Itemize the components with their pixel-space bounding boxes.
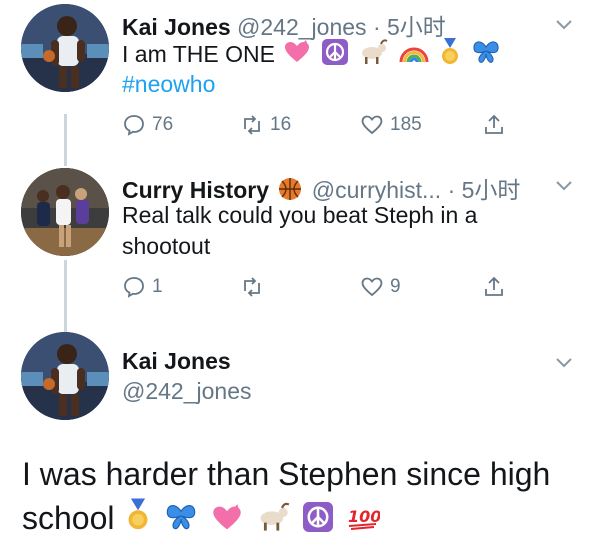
share-icon	[485, 114, 503, 134]
tweet-text-line-1: Real talk could you beat Steph in a	[122, 202, 478, 228]
thread-line-2	[64, 260, 67, 332]
tweet-text: I was harder than Stephen since high sch…	[22, 452, 550, 543]
tweet-actions: 1 9	[122, 272, 503, 302]
share-button[interactable]	[482, 272, 506, 302]
tweet-header: Kai Jones	[122, 348, 231, 375]
reply-button[interactable]: 76	[122, 110, 173, 140]
tweet-text-line-2-wrap: school 100	[22, 496, 550, 543]
medal-icon	[125, 498, 151, 543]
butterfly-icon	[471, 39, 501, 73]
peace-icon	[321, 39, 348, 73]
hashtag-line: #neowho	[122, 69, 215, 100]
goat-icon	[358, 39, 388, 73]
tweet-text-line-2: school	[22, 500, 115, 536]
tweet-header: Kai Jones @242_jones · 5小时	[122, 8, 446, 42]
reply-button[interactable]: 1	[122, 272, 163, 302]
peace-icon	[302, 499, 333, 543]
reply-count: 1	[152, 276, 163, 297]
chevron-down-icon[interactable]	[554, 14, 574, 34]
like-button[interactable]: 9	[360, 272, 401, 302]
retweet-button[interactable]	[240, 272, 270, 302]
retweet-count: 16	[270, 114, 292, 135]
like-icon	[361, 277, 383, 297]
hundred-icon: 100	[346, 499, 381, 543]
thread-line-1	[64, 114, 67, 166]
share-button[interactable]	[482, 110, 506, 140]
chevron-down-icon[interactable]	[554, 175, 574, 195]
heart-icon	[211, 499, 243, 543]
author-name[interactable]: Kai Jones	[122, 348, 231, 374]
avatar[interactable]	[21, 168, 109, 256]
tweet-actions: 76 16 185	[122, 110, 503, 140]
avatar-photo	[21, 168, 109, 256]
chevron-down-icon[interactable]	[554, 352, 574, 372]
like-button[interactable]: 185	[360, 110, 422, 140]
reply-icon	[124, 277, 144, 298]
hashtag-link[interactable]: #neowho	[122, 71, 215, 97]
avatar-photo	[21, 4, 109, 92]
rainbow-icon	[399, 40, 429, 72]
retweet-icon	[244, 277, 260, 297]
tweet-text-body: I am THE ONE	[122, 41, 275, 68]
tweet-text-line-1: I was harder than Stephen since high	[22, 456, 551, 492]
like-count: 9	[390, 276, 401, 297]
timestamp[interactable]: 5小时	[387, 14, 446, 40]
author-name[interactable]: Kai Jones	[122, 14, 231, 40]
avatar[interactable]	[21, 332, 109, 420]
tweet-text: Real talk could you beat Steph in a shoo…	[122, 200, 477, 262]
author-handle[interactable]: @242_jones	[122, 378, 252, 405]
tweet-text-line-2: shootout	[122, 233, 211, 259]
like-count: 185	[390, 114, 422, 135]
like-icon	[361, 115, 383, 135]
heart-icon	[283, 40, 311, 72]
retweet-button[interactable]: 16	[240, 110, 291, 140]
retweet-icon	[244, 115, 260, 135]
avatar-photo	[21, 332, 109, 420]
avatar[interactable]	[21, 4, 109, 92]
meta-separator: ·	[372, 14, 381, 40]
butterfly-icon	[164, 499, 198, 543]
goat-icon	[256, 499, 290, 543]
author-handle[interactable]: @242_jones	[237, 14, 367, 40]
reply-count: 76	[152, 114, 174, 135]
share-icon	[485, 276, 503, 296]
reply-icon	[124, 115, 144, 136]
medal-icon	[439, 38, 461, 74]
